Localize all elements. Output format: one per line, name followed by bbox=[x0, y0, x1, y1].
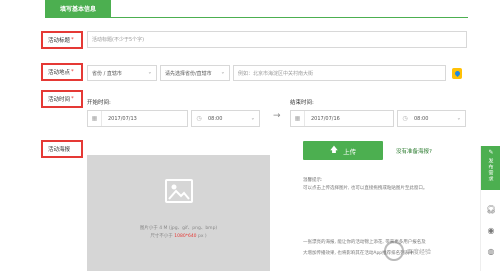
image-placeholder-icon bbox=[165, 179, 193, 203]
chevron-down-icon: ⌄ bbox=[456, 115, 461, 122]
required-mark: * bbox=[71, 37, 74, 43]
calendar-icon: ▦ bbox=[88, 111, 102, 126]
weibo-icon[interactable]: ◍ bbox=[486, 246, 496, 256]
time-label: 活动时间 * bbox=[48, 95, 74, 103]
poster-label-text: 活动海报 bbox=[48, 147, 71, 153]
title-placeholder: 活动标题(不少于5个字) bbox=[92, 37, 145, 43]
section-tab[interactable]: 填写基本信息 bbox=[45, 0, 111, 17]
publish-request-label: 发布需求 bbox=[487, 158, 494, 182]
chevron-down-icon: ⌄ bbox=[250, 115, 255, 122]
watermark-logo bbox=[384, 241, 404, 261]
pen-icon: ✎ bbox=[488, 149, 494, 156]
compass-icon[interactable]: ◉ bbox=[486, 225, 496, 235]
address-input[interactable]: 例如：北京市海淀区中关村南大街 bbox=[233, 65, 446, 81]
section-tab-label: 填写基本信息 bbox=[59, 6, 96, 13]
city-select-value: 请先选择省份/直辖市 bbox=[165, 70, 212, 77]
title-label-text: 活动标题 bbox=[48, 38, 71, 44]
floating-sidebar: ✎ 发布需求 🎧︎ ◉ ◍ bbox=[480, 146, 500, 271]
poster-label: 活动海报 bbox=[48, 145, 70, 153]
poster-dimension-suffix: px ) bbox=[196, 234, 207, 239]
watermark: 百度经验 bbox=[384, 236, 464, 266]
end-time-label: 结束时间: bbox=[290, 100, 314, 106]
watermark-text: 百度经验 bbox=[407, 248, 432, 256]
province-select[interactable]: 省份 / 直辖市 ⌄ bbox=[87, 65, 157, 81]
title-label: 活动标题 * bbox=[48, 36, 74, 44]
poster-dimension-hint: 尺寸不小于 1080*640 px ) bbox=[87, 233, 270, 239]
calendar-icon: ▦ bbox=[291, 111, 305, 126]
arrow-right-icon: → bbox=[273, 111, 281, 121]
location-label-text: 活动地点 bbox=[48, 70, 71, 76]
city-select[interactable]: 请先选择省份/直辖市 ⌄ bbox=[160, 65, 230, 81]
headset-icon[interactable]: 🎧︎ bbox=[486, 204, 496, 214]
no-poster-link[interactable]: 没有准备海报? bbox=[396, 147, 432, 155]
map-pin-icon[interactable] bbox=[452, 68, 462, 79]
end-time-value: 08:00 bbox=[414, 115, 429, 122]
page: 填写基本信息 活动标题 * 活动标题(不少于5个字) 活动地点 * 省份 / 直辖市… bbox=[0, 0, 500, 271]
poster-dimension-prefix: 尺寸不小于 bbox=[150, 234, 175, 239]
start-time-value: 08:00 bbox=[208, 115, 223, 122]
tab-underline bbox=[45, 17, 468, 18]
chevron-down-icon: ⌄ bbox=[147, 69, 152, 76]
start-date-input[interactable]: ▦ 2017/07/13 bbox=[87, 110, 188, 127]
clock-icon: ◷ bbox=[402, 115, 408, 122]
required-mark: * bbox=[71, 69, 74, 75]
start-time-select[interactable]: ◷ 08:00 ⌄ bbox=[191, 110, 260, 127]
poster-dimension-value: 1080*640 bbox=[174, 234, 197, 239]
publish-request-button[interactable]: ✎ 发布需求 bbox=[481, 146, 500, 190]
upload-button[interactable]: 🡅 上传 bbox=[303, 141, 383, 160]
upload-button-label: 上传 bbox=[343, 147, 357, 156]
clock-icon: ◷ bbox=[196, 115, 202, 122]
chevron-down-icon: ⌄ bbox=[220, 69, 225, 76]
required-mark: * bbox=[71, 96, 74, 102]
province-select-value: 省份 / 直辖市 bbox=[92, 70, 122, 77]
poster-size-hint: 图片小于 4 M (jpg、gif、png、bmp) bbox=[139, 226, 218, 231]
time-label-text: 活动时间 bbox=[48, 97, 71, 103]
end-date-value: 2017/07/16 bbox=[311, 115, 340, 122]
tips-text: 可以点击上传选择图片, 也可以直接拖拽或粘贴图片至此窗口。 bbox=[303, 186, 428, 191]
location-label: 活动地点 * bbox=[48, 68, 74, 76]
end-date-input[interactable]: ▦ 2017/07/16 bbox=[290, 110, 394, 127]
poster-dropzone[interactable]: 图片小于 4 M (jpg、gif、png、bmp) 尺寸不小于 1080*64… bbox=[87, 155, 270, 271]
end-time-select[interactable]: ◷ 08:00 ⌄ bbox=[397, 110, 466, 127]
upload-arrow-icon: 🡅 bbox=[329, 144, 339, 154]
title-input[interactable]: 活动标题(不少于5个字) bbox=[87, 31, 467, 48]
start-date-value: 2017/07/13 bbox=[108, 115, 137, 122]
address-placeholder: 例如：北京市海淀区中关村南大街 bbox=[238, 70, 314, 77]
start-time-label: 开始时间: bbox=[87, 100, 111, 106]
tips-title: 温馨提示: bbox=[303, 178, 323, 183]
